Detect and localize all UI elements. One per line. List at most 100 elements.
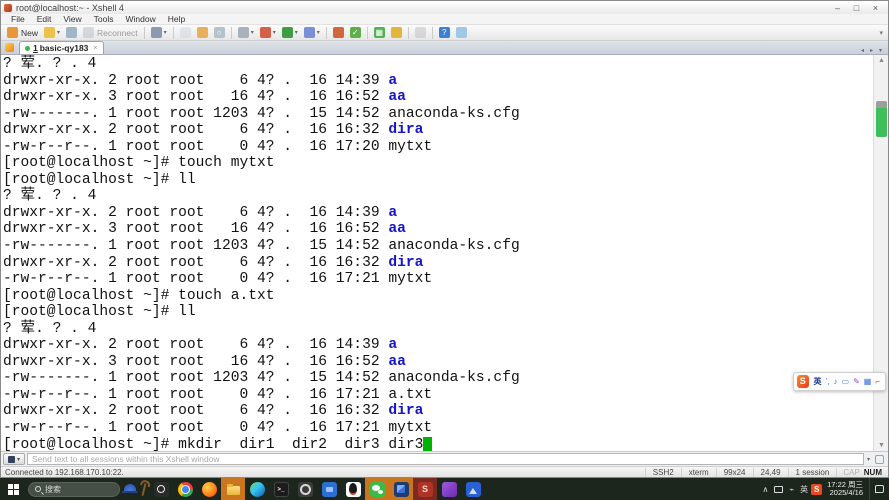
web-dropdown[interactable]: ▾ [280, 26, 300, 39]
apps-grid-icon[interactable]: ▦ [372, 26, 387, 39]
minimize-button[interactable]: – [828, 2, 847, 13]
tray-ime-mode-indicator[interactable]: 英 [800, 484, 808, 495]
menu-item-tools[interactable]: Tools [88, 14, 120, 24]
taskbar-xshell-icon[interactable]: S [413, 478, 437, 500]
send-mode-icon[interactable] [875, 454, 884, 464]
start-button[interactable] [0, 478, 26, 500]
tab-menu-icon[interactable]: ▾ [876, 47, 885, 54]
open-session-dropdown[interactable]: ▾ [42, 26, 62, 39]
send-text-input[interactable] [27, 453, 864, 465]
tab-number: 1 [33, 43, 38, 53]
taskbar-wechat-icon[interactable] [365, 478, 389, 500]
new-session-button[interactable]: New [5, 26, 40, 39]
tab-scroll-left-icon[interactable]: ◂ [858, 47, 867, 54]
menu-item-file[interactable]: File [5, 14, 31, 24]
terminal-line: ? 荤. ? . 4 [3, 56, 97, 72]
taskbar-purple-app-icon[interactable] [437, 478, 461, 500]
taskbar-qq-icon[interactable] [341, 478, 365, 500]
xshell-app-icon [4, 3, 12, 12]
taskbar-chrome-icon-glyph [177, 481, 193, 497]
scrollbar-thumb[interactable] [876, 101, 887, 137]
taskbar-edge-icon[interactable] [245, 478, 269, 500]
taskbar-media-icon[interactable] [317, 478, 341, 500]
session-connected-dot-icon [25, 45, 30, 51]
scroll-up-icon[interactable]: ▲ [874, 55, 888, 66]
print-glyph-icon [237, 27, 249, 38]
terminal-line: [root@localhost ~]# ll [3, 304, 196, 321]
toolbar-button-label: Reconnect [97, 27, 138, 38]
feedback-icon[interactable] [454, 26, 469, 39]
lock-icon[interactable] [389, 26, 404, 39]
taskbar-settings-icon-glyph [297, 481, 313, 497]
help-icon[interactable]: ? [437, 26, 452, 39]
secure-check-glyph-icon: ✓ [349, 27, 361, 38]
transfer-dropdown[interactable]: ▾ [302, 26, 322, 39]
system-tray: ∧ ⌁ 英 S 17:22 周三 2025/4/16 [759, 478, 889, 500]
transfer-glyph-icon [303, 27, 315, 38]
chevron-down-icon: ▾ [16, 456, 20, 463]
session-launch-icon[interactable] [1, 41, 17, 54]
tray-link-icon[interactable]: ⌁ [789, 485, 794, 494]
ime-toolbox-icon[interactable]: ▦ [864, 377, 872, 386]
menu-item-edit[interactable]: Edit [31, 14, 58, 24]
taskbar-explorer-icon[interactable] [221, 478, 245, 500]
sogou-logo-icon[interactable]: S [797, 375, 809, 388]
toolbar-separator [325, 26, 327, 39]
ime-wrench-icon[interactable]: ⌐ [875, 377, 880, 386]
close-button[interactable]: × [866, 2, 885, 13]
send-target-dropdown[interactable]: ▾ [3, 453, 25, 465]
ime-brush-icon[interactable]: ✎ [853, 377, 860, 386]
toolbar-overflow-icon[interactable]: ▾ [879, 29, 885, 37]
toolbar-separator [230, 26, 232, 39]
menu-item-view[interactable]: View [57, 14, 87, 24]
ime-keyboard-icon[interactable]: ▭ [842, 377, 850, 386]
ftp-icon[interactable] [331, 26, 346, 39]
vertical-scrollbar[interactable]: ▲ ▼ [873, 55, 888, 451]
taskbar-magnifier-icon[interactable] [149, 478, 173, 500]
xshell-window: root@localhost:~ - Xshell 4 – □ × File Ed… [0, 0, 889, 478]
ime-quote-icon[interactable]: ’, [826, 377, 830, 386]
taskbar-projector-icon[interactable] [389, 478, 413, 500]
menu-item-window[interactable]: Window [119, 14, 161, 24]
taskbar-chrome-icon[interactable] [173, 478, 197, 500]
session-manager-dropdown[interactable]: ▾ [149, 26, 169, 39]
notification-center-button[interactable] [869, 478, 889, 500]
tray-expand-icon[interactable]: ∧ [762, 485, 768, 494]
print-dropdown[interactable]: ▾ [236, 26, 256, 39]
tab-scroll-right-icon[interactable]: ▸ [867, 47, 876, 54]
ime-language-mode[interactable]: 英 [814, 376, 822, 387]
connect-icon[interactable] [64, 26, 79, 39]
apps-grid-glyph-icon: ▦ [373, 27, 385, 38]
menu-item-help[interactable]: Help [162, 14, 191, 24]
tray-sogou-icon[interactable]: S [811, 483, 823, 495]
taskbar-search-input[interactable]: 搜索 [28, 481, 120, 497]
find-glyph-icon: ○ [213, 27, 225, 38]
properties-dropdown[interactable]: ▾ [258, 26, 278, 39]
ime-mic-icon[interactable]: ♪ [834, 377, 838, 386]
windows-taskbar: 搜索 >_ S ∧ ⌁ 英 S 17:22 周三 2025/4/16 [0, 478, 889, 500]
taskbar-settings-icon[interactable] [293, 478, 317, 500]
caps-lock-indicator: CAP [843, 467, 860, 477]
lock-glyph-icon [390, 27, 402, 38]
terminal-line: drwxr-xr-x. 2 root root 6 4? . 16 16:32 … [3, 254, 424, 271]
status-bar: Connected to 192.168.170.10:22. SSH2 xte… [1, 466, 888, 477]
tray-monitor-icon[interactable] [774, 485, 784, 493]
find-icon[interactable]: ○ [212, 26, 227, 39]
search-highlight-decoration[interactable] [122, 482, 147, 496]
tab-basic-qy183[interactable]: 1 basic-qy183 × [19, 41, 104, 54]
open-session-glyph-icon [44, 27, 56, 38]
tab-close-icon[interactable]: × [93, 45, 97, 52]
maximize-button[interactable]: □ [847, 2, 866, 13]
send-history-dropdown-icon[interactable]: ▾ [864, 456, 873, 463]
status-terminal-size: 99x24 [715, 467, 753, 477]
status-locks: CAP NUM [836, 467, 888, 477]
terminal-area[interactable]: ? 荤. ? . 4 drwxr-xr-x. 2 root root 6 4? .… [1, 55, 888, 451]
taskbar-clock[interactable]: 17:22 周三 2025/4/16 [827, 481, 863, 497]
secure-check-icon[interactable]: ✓ [348, 26, 363, 39]
taskbar-terminal-icon[interactable]: >_ [269, 478, 293, 500]
taskbar-blue-app-icon[interactable] [461, 478, 485, 500]
taskbar-firefox-icon[interactable] [197, 478, 221, 500]
chevron-down-icon: ▾ [57, 30, 61, 36]
scroll-down-icon[interactable]: ▼ [874, 440, 888, 451]
paste-icon[interactable] [195, 26, 210, 39]
